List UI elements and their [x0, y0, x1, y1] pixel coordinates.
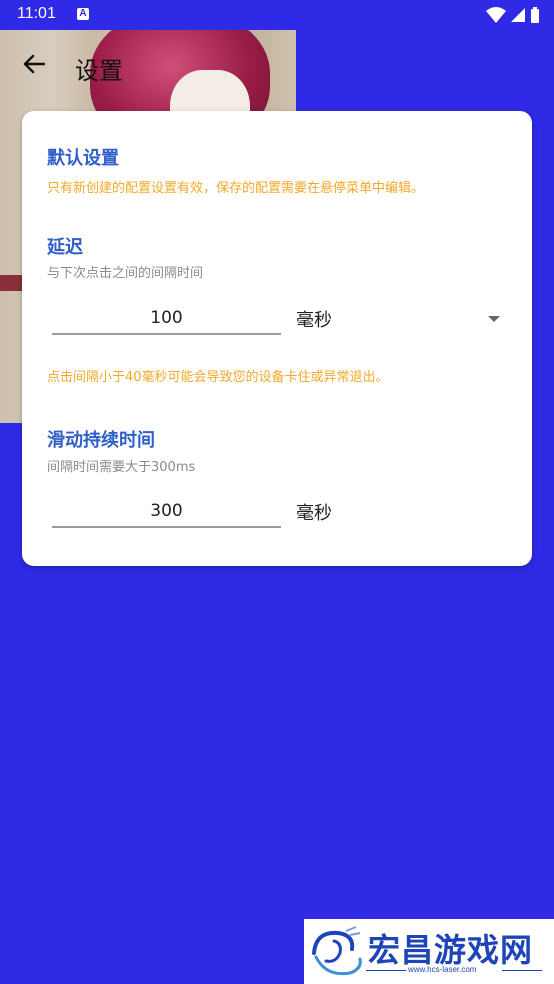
swipe-duration-input[interactable]	[52, 496, 281, 528]
defaults-title: 默认设置	[47, 148, 119, 169]
swipe-duration-unit: 毫秒	[296, 503, 332, 524]
notification-icon: A	[77, 8, 89, 20]
swipe-duration-description: 间隔时间需要大于300ms	[47, 460, 196, 475]
wifi-icon	[486, 7, 506, 23]
back-button[interactable]	[16, 46, 52, 82]
battery-icon	[531, 7, 539, 23]
swipe-duration-title: 滑动持续时间	[47, 430, 155, 451]
defaults-note: 只有新创建的配置设置有效，保存的配置需要在悬停菜单中编辑。	[47, 181, 425, 196]
page-title: 设置	[75, 57, 123, 85]
dropdown-arrow-icon[interactable]	[488, 316, 500, 322]
delay-title: 延迟	[47, 237, 83, 258]
delay-description: 与下次点击之间的间隔时间	[47, 266, 204, 281]
status-time: 11:01	[17, 5, 56, 22]
app-bar: 设置	[0, 30, 554, 100]
signal-icon	[511, 8, 525, 22]
watermark: 宏昌游戏网 www.hcs-laser.com	[304, 919, 554, 984]
status-icons	[486, 6, 540, 24]
settings-card: 默认设置 只有新创建的配置设置有效，保存的配置需要在悬停菜单中编辑。 延迟 与下…	[22, 111, 532, 566]
status-bar: 11:01 A	[0, 0, 554, 30]
watermark-url: www.hcs-laser.com	[408, 965, 477, 974]
delay-warning: 点击间隔小于40毫秒可能会导致您的设备卡住或异常退出。	[47, 370, 389, 385]
delay-unit-select[interactable]: 毫秒	[296, 306, 332, 332]
dragon-logo-icon	[312, 926, 362, 976]
delay-input[interactable]	[52, 303, 281, 335]
back-arrow-icon	[23, 54, 45, 74]
